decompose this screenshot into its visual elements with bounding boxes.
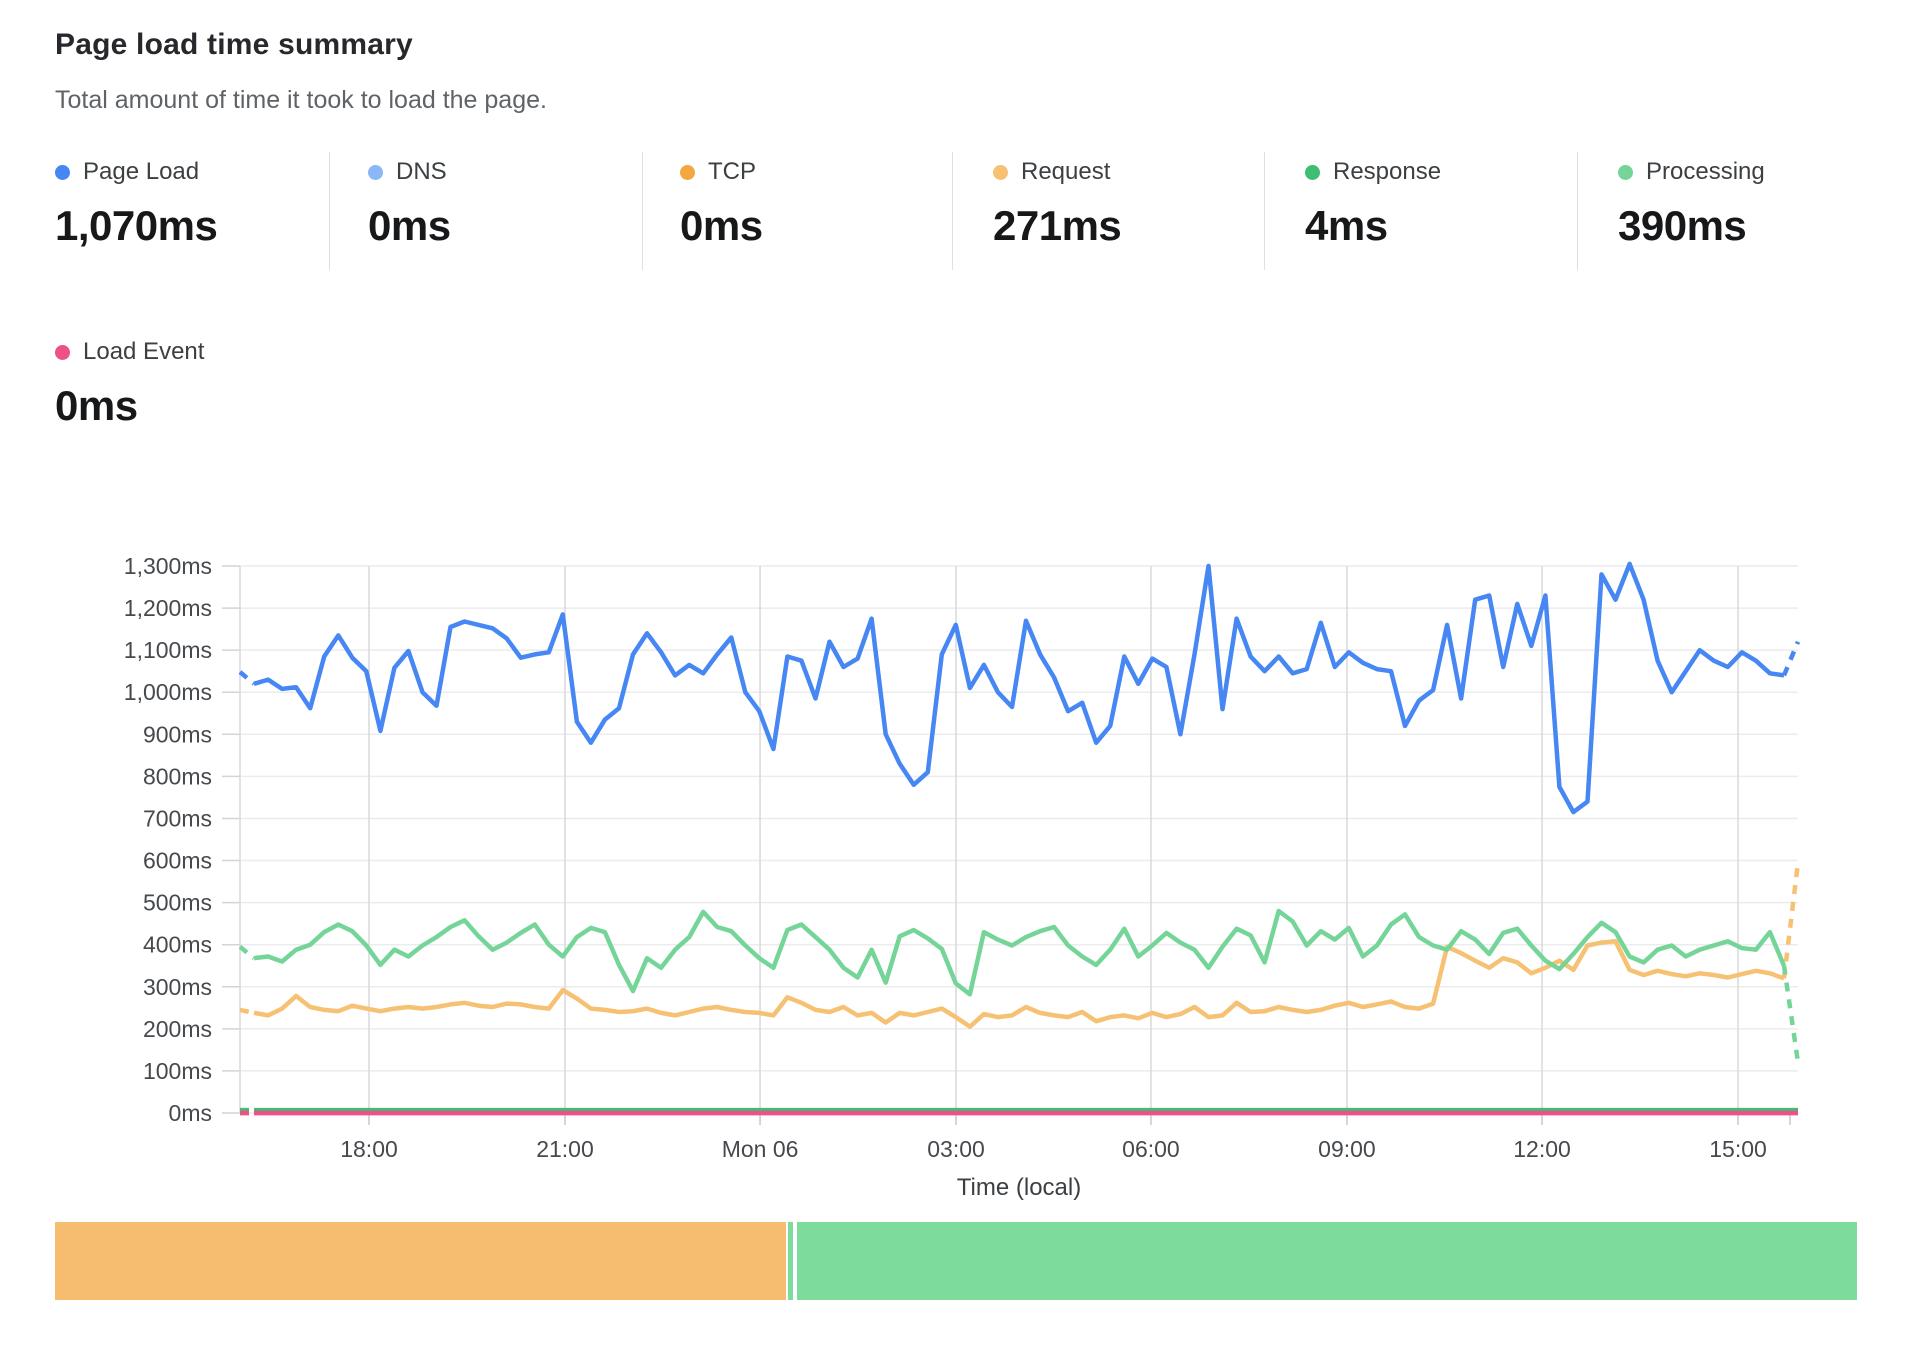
svg-text:100ms: 100ms [143, 1058, 212, 1084]
svg-text:1,200ms: 1,200ms [124, 595, 212, 621]
svg-text:06:00: 06:00 [1122, 1136, 1180, 1162]
svg-text:Time (local): Time (local) [957, 1174, 1081, 1201]
svg-text:09:00: 09:00 [1318, 1136, 1376, 1162]
svg-text:21:00: 21:00 [536, 1136, 594, 1162]
svg-text:0ms: 0ms [169, 1100, 212, 1126]
svg-text:Mon 06: Mon 06 [722, 1136, 799, 1162]
svg-text:03:00: 03:00 [927, 1136, 985, 1162]
svg-text:600ms: 600ms [143, 848, 212, 874]
svg-text:18:00: 18:00 [340, 1136, 398, 1162]
status-timeline-bar [55, 1222, 1857, 1300]
line-chart: 0ms 100ms 200ms 300ms 400ms 500ms 600ms 700ms 80… [0, 0, 1910, 1352]
svg-text:500ms: 500ms [143, 890, 212, 916]
svg-text:1,300ms: 1,300ms [124, 553, 212, 579]
svg-text:1,000ms: 1,000ms [124, 679, 212, 705]
status-segment-degraded [55, 1222, 786, 1300]
svg-text:900ms: 900ms [143, 721, 212, 747]
status-segment-ok [797, 1222, 1857, 1300]
svg-text:800ms: 800ms [143, 763, 212, 789]
svg-text:1,100ms: 1,100ms [124, 637, 212, 663]
svg-text:300ms: 300ms [143, 974, 212, 1000]
svg-text:12:00: 12:00 [1513, 1136, 1571, 1162]
svg-text:200ms: 200ms [143, 1016, 212, 1042]
page-load-summary-panel: Page load time summary Total amount of t… [0, 0, 1910, 1352]
svg-text:700ms: 700ms [143, 805, 212, 831]
svg-text:15:00: 15:00 [1709, 1136, 1767, 1162]
svg-text:400ms: 400ms [143, 932, 212, 958]
